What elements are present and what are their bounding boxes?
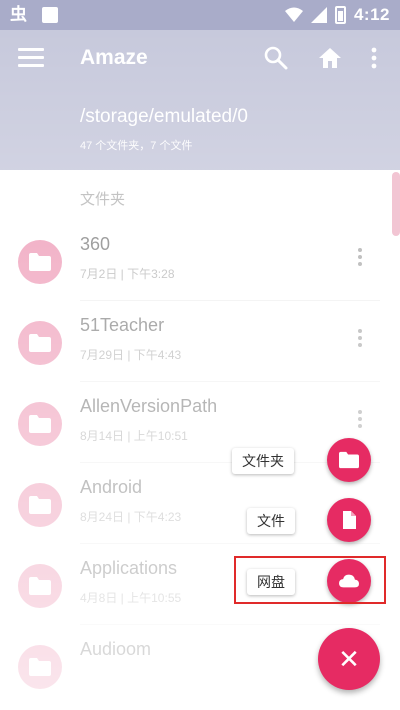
wifi-icon bbox=[284, 7, 303, 22]
status-bar: 虫 4:12 bbox=[0, 0, 400, 30]
item-more-icon[interactable] bbox=[354, 408, 366, 430]
fab-label-file[interactable]: 文件 bbox=[247, 508, 295, 534]
fab-option-folder[interactable]: 文件夹 bbox=[220, 436, 400, 484]
app-bar: Amaze /storage/emulated/0 47 个文件夹，7 个文件 bbox=[0, 30, 400, 170]
current-path[interactable]: /storage/emulated/0 bbox=[80, 106, 248, 128]
item-more-icon[interactable] bbox=[354, 246, 366, 268]
signal-icon bbox=[310, 7, 327, 23]
fab-label-folder[interactable]: 文件夹 bbox=[232, 448, 294, 474]
close-icon: ✕ bbox=[338, 644, 360, 674]
item-meta: 7月29日 | 下午4:43 bbox=[80, 348, 182, 362]
bug-notification-icon: 虫 bbox=[10, 5, 27, 24]
more-vert-icon[interactable] bbox=[362, 44, 386, 72]
highlight-box bbox=[234, 556, 386, 604]
item-name: 51Teacher bbox=[80, 315, 165, 335]
folder-icon bbox=[18, 564, 62, 608]
fab-option-file[interactable]: 文件 bbox=[220, 496, 400, 544]
folder-icon bbox=[18, 402, 62, 446]
item-name: AllenVersionPath bbox=[80, 396, 218, 416]
item-more-icon[interactable] bbox=[354, 327, 366, 349]
fab-close-button[interactable]: ✕ bbox=[318, 628, 380, 690]
scrollbar[interactable] bbox=[392, 172, 400, 236]
folder-icon bbox=[18, 321, 62, 365]
item-name: Android bbox=[80, 477, 143, 497]
list-item[interactable]: 360 7月2日 | 下午3:28 bbox=[0, 220, 400, 301]
item-name: 360 bbox=[80, 234, 111, 254]
battery-icon bbox=[334, 6, 346, 24]
status-time: 4:12 bbox=[353, 5, 390, 24]
home-icon[interactable] bbox=[316, 44, 344, 72]
folder-icon bbox=[18, 240, 62, 284]
file-icon[interactable] bbox=[327, 498, 371, 542]
folder-icon[interactable] bbox=[327, 438, 371, 482]
item-meta: 8月24日 | 下午4:23 bbox=[80, 510, 182, 524]
search-icon[interactable] bbox=[262, 44, 290, 72]
menu-icon[interactable] bbox=[18, 48, 44, 68]
item-name: Audioom bbox=[80, 639, 152, 659]
item-meta: 7月2日 | 下午3:28 bbox=[80, 267, 175, 281]
list-item[interactable]: 51Teacher 7月29日 | 下午4:43 bbox=[0, 301, 400, 382]
app-title: Amaze bbox=[80, 46, 148, 69]
folder-file-count: 47 个文件夹，7 个文件 bbox=[80, 140, 193, 152]
item-meta: 8月14日 | 上午10:51 bbox=[80, 429, 188, 443]
folder-icon bbox=[18, 645, 62, 689]
item-name: Applications bbox=[80, 558, 178, 578]
folder-icon bbox=[18, 483, 62, 527]
square-notification-icon bbox=[42, 7, 58, 23]
item-meta: 4月8日 | 上午10:55 bbox=[80, 591, 182, 605]
section-header-folders: 文件夹 bbox=[80, 191, 126, 208]
